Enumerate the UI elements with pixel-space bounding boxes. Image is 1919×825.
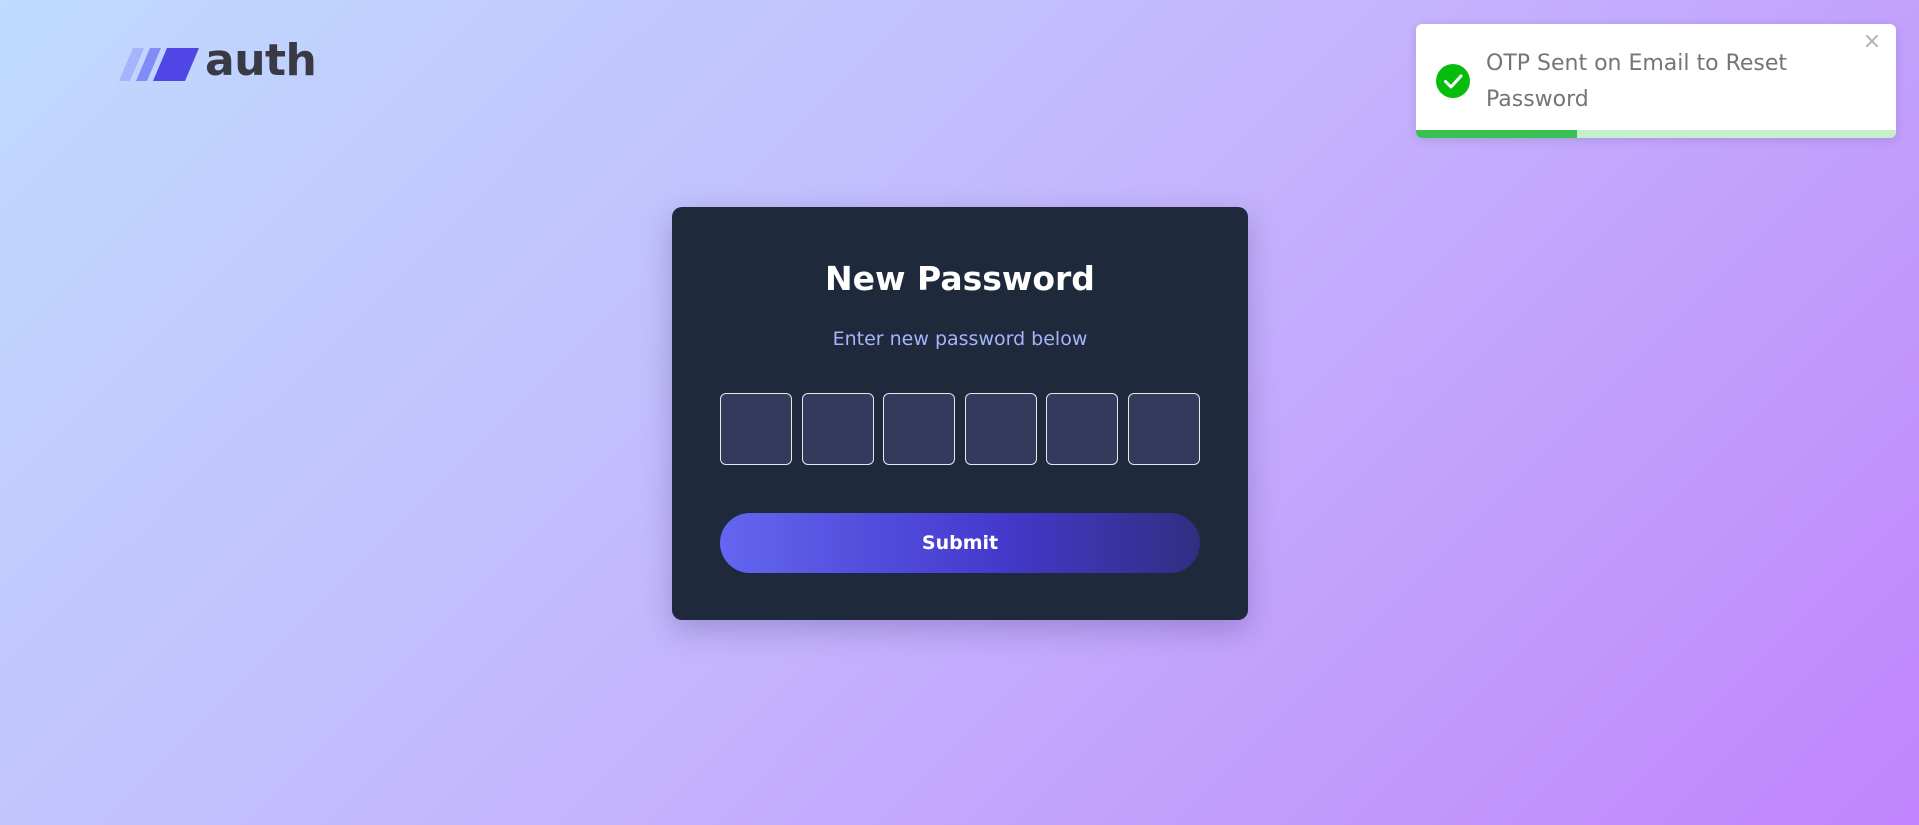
close-icon[interactable]: × [1860, 30, 1884, 54]
logo-text: auth [205, 35, 317, 86]
check-circle-icon [1436, 64, 1470, 98]
toast-progress-track [1416, 130, 1896, 138]
submit-button[interactable]: Submit [720, 513, 1200, 573]
toast-progress-bar [1416, 130, 1577, 138]
logo[interactable]: auth [119, 35, 317, 86]
page-title: New Password [825, 259, 1095, 298]
slanted-stripes-logo-icon [119, 48, 199, 81]
otp-digit-input-1[interactable] [720, 393, 792, 465]
otp-digit-input-4[interactable] [964, 393, 1037, 465]
otp-input-group [720, 393, 1200, 465]
page-subtitle: Enter new password below [832, 328, 1088, 350]
toast-notification: OTP Sent on Email to Reset Password × [1416, 24, 1896, 138]
otp-digit-input-2[interactable] [801, 393, 874, 465]
toast-message: OTP Sent on Email to Reset Password [1486, 51, 1788, 112]
otp-digit-input-5[interactable] [1046, 393, 1119, 465]
otp-digit-input-3[interactable] [883, 393, 956, 465]
otp-digit-input-6[interactable] [1127, 393, 1200, 465]
new-password-card: New Password Enter new password below Su… [672, 207, 1248, 620]
